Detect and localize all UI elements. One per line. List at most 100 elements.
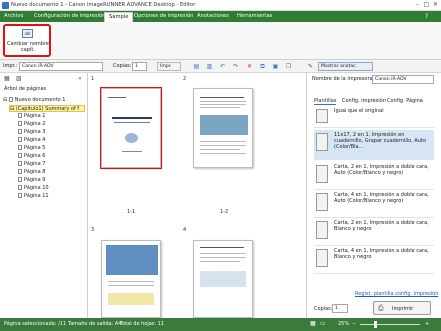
insert-icon[interactable]: ▥ xyxy=(206,63,213,70)
printer-name-label: Nombre de la impresora: xyxy=(312,76,375,82)
template-icon xyxy=(316,221,328,239)
show-annotations-button[interactable]: Mostrar anotac. xyxy=(318,62,373,71)
chapter-number-1: 1 xyxy=(91,76,95,82)
print-button-label: Impr. xyxy=(160,64,172,69)
rename-chapter-label: Cambiar nombre capít. xyxy=(7,41,49,53)
selected-page-status: Página seleccionada: /11 xyxy=(4,321,67,327)
panel-copies-label: Copias: xyxy=(314,306,333,312)
tree-page-7[interactable]: Página 7 xyxy=(18,161,45,168)
undo-icon[interactable]: ↶ xyxy=(219,63,226,70)
page-icon xyxy=(18,161,22,166)
panel-copies-input[interactable]: 1 xyxy=(332,304,348,313)
printer-icon: ⎙ xyxy=(378,304,384,312)
duplicate-icon[interactable]: ❐ xyxy=(285,63,292,70)
rename-icon: abl xyxy=(22,29,33,38)
template-icon xyxy=(316,193,328,211)
tab-opciones-impresion[interactable]: Opciones de impresión xyxy=(134,13,193,19)
page-icon xyxy=(18,145,22,150)
copy-icon[interactable]: ⧉ xyxy=(259,63,266,70)
zoom-level: 25% xyxy=(338,321,350,327)
tree-document[interactable]: ⊟ Nuevo documento 1 xyxy=(3,97,65,104)
zoom-out-icon[interactable]: − xyxy=(352,321,356,327)
template-icon xyxy=(316,249,328,267)
template-icon xyxy=(316,109,328,123)
tree-view-icon[interactable]: ▦ xyxy=(4,75,10,82)
tree-page-9[interactable]: Página 9 xyxy=(18,177,45,184)
help-icon[interactable]: ? xyxy=(425,13,428,20)
output-size-status: Tamaño de salida: A4 xyxy=(68,321,122,327)
zoom-fit-icon[interactable]: ▭ xyxy=(320,320,326,327)
rename-chapter-button[interactable]: abl Cambiar nombre capít. xyxy=(3,24,51,57)
page-thumbnail-1[interactable] xyxy=(100,87,162,169)
page-thumbnail-4[interactable] xyxy=(193,240,253,318)
tree-page-2[interactable]: Página 2 xyxy=(18,121,45,128)
zoom-slider[interactable] xyxy=(360,324,420,325)
tree-page-6[interactable]: Página 6 xyxy=(18,153,45,160)
zoom-in-icon[interactable]: + xyxy=(425,321,429,327)
total-sheets-status: Total de hojas: 11 xyxy=(120,321,165,327)
thumbnail-view-icon[interactable]: ▧ xyxy=(16,75,22,82)
chapter-number-4: 4 xyxy=(183,227,187,233)
paste-icon[interactable]: ▣ xyxy=(272,63,279,70)
close-button[interactable]: ✕ xyxy=(431,1,440,9)
tab-sample[interactable]: Sample xyxy=(104,12,134,22)
tree-page-1[interactable]: Página 1 xyxy=(18,113,45,120)
minimize-button[interactable]: – xyxy=(413,1,422,9)
page-icon xyxy=(18,129,22,134)
page-icon xyxy=(18,153,22,158)
document-icon xyxy=(8,97,13,102)
tab-archivo[interactable]: Archivo xyxy=(4,13,23,19)
status-bar: Página seleccionada: /11 Tamaño de salid… xyxy=(0,318,441,331)
view-mode-icon[interactable]: ▦ xyxy=(310,320,316,327)
template-item-3[interactable]: Carta, 2 en 1, Impresión a doble cara, A… xyxy=(314,162,434,190)
page-label-1: 1-1 xyxy=(127,209,136,215)
template-item-4[interactable]: Carta, 4 en 1, Impresión a doble cara, A… xyxy=(314,190,434,218)
panel-close-icon[interactable]: « xyxy=(78,75,82,82)
template-item-6[interactable]: Carta, 4 en 1, Impresión a doble cara, B… xyxy=(314,246,434,274)
redo-icon[interactable]: ↷ xyxy=(232,63,239,70)
tree-chapter[interactable]: ⊟ (Capítulo1) Summary of f xyxy=(9,105,85,112)
template-item-5[interactable]: Carta, 2 en 1, Impresión a doble cara, B… xyxy=(314,218,434,246)
template-item-1[interactable]: Igual que el original xyxy=(314,106,434,128)
tab-config-impresion[interactable]: Configuración de impresión xyxy=(34,13,105,19)
copies-input[interactable]: 1 xyxy=(132,62,147,71)
tab-config-impresion-panel[interactable]: Config. impresión xyxy=(342,98,386,104)
page-icon xyxy=(18,113,22,118)
printer-name-select[interactable]: Canon iR-ADV xyxy=(372,75,434,84)
delete-icon[interactable]: ✕ xyxy=(246,63,253,70)
print-button[interactable]: Impr. xyxy=(157,62,181,71)
template-icon xyxy=(316,133,328,151)
copies-label: Copias: xyxy=(113,63,132,69)
annotation-icon[interactable]: ✎ xyxy=(307,63,314,70)
show-annotations-label: Mostrar anotac. xyxy=(321,64,358,69)
tab-config-pagina[interactable]: Config. Página xyxy=(387,98,423,104)
zoom-slider-thumb[interactable] xyxy=(374,321,377,328)
page-label-2: 1-2 xyxy=(220,209,229,215)
tree-page-5[interactable]: Página 5 xyxy=(18,145,45,152)
tab-plantillas[interactable]: Plantillas xyxy=(314,98,337,105)
tree-page-10[interactable]: Página 10 xyxy=(18,185,49,192)
page-thumbnail-3[interactable] xyxy=(101,240,161,318)
page-icon xyxy=(18,185,22,190)
title-bar: Nuevo documento 1 - Canon imageRUNNER AD… xyxy=(0,0,441,11)
page-icon xyxy=(18,121,22,126)
page-tree: ⊟ Nuevo documento 1 ⊟ (Capítulo1) Summar… xyxy=(0,93,88,199)
page-icon xyxy=(18,169,22,174)
printer-select[interactable]: Canon iR-ADV xyxy=(19,62,103,71)
page-icon xyxy=(18,177,22,182)
tree-page-4[interactable]: Página 4 xyxy=(18,137,45,144)
tab-herramientas[interactable]: Herramientas xyxy=(237,13,272,19)
template-item-2[interactable]: 11x17, 2 en 1, Impresión en cuadernillo,… xyxy=(314,130,434,160)
maximize-button[interactable]: □ xyxy=(422,1,431,9)
ribbon xyxy=(0,22,441,60)
tree-page-3[interactable]: Página 3 xyxy=(18,129,45,136)
page-thumbnail-2[interactable] xyxy=(193,88,253,168)
tree-title: Árbol de páginas xyxy=(4,86,47,92)
tab-anotaciones[interactable]: Anotaciones xyxy=(197,13,229,19)
tree-page-11[interactable]: Página 11 xyxy=(18,193,49,200)
page-setup-icon[interactable]: ▤ xyxy=(193,63,200,70)
register-template-link[interactable]: Regist. plantilla config. impresión xyxy=(355,291,438,297)
tree-page-8[interactable]: Página 8 xyxy=(18,169,45,176)
ribbon-tab-bar: Archivo Configuración de impresión Sampl… xyxy=(0,11,441,22)
imprimir-button[interactable]: ⎙ Imprimir xyxy=(373,301,431,315)
